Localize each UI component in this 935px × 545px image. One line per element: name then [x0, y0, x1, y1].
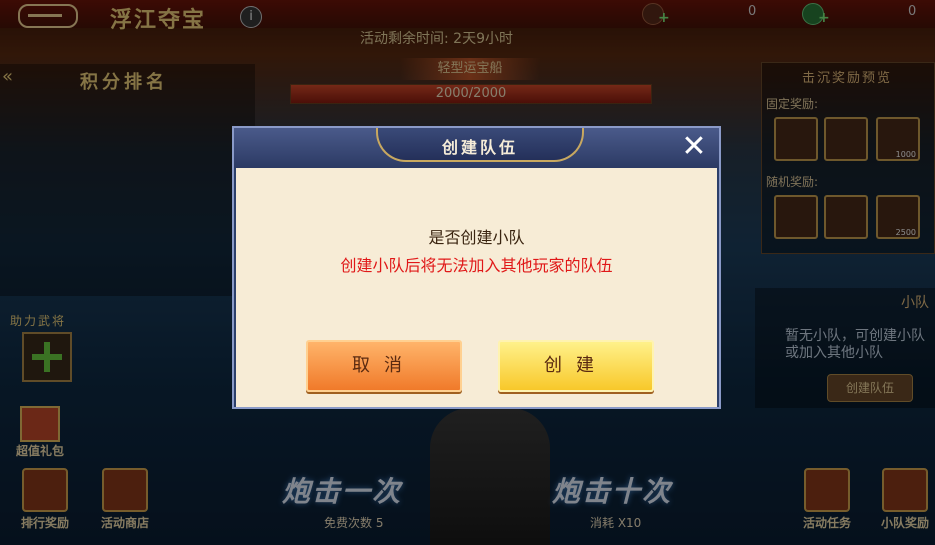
confirm-create-button[interactable]: 创建 [498, 340, 654, 392]
dialog-warning: 创建小队后将无法加入其他玩家的队伍 [340, 256, 613, 275]
dialog-header: 创建队伍 ✕ [234, 128, 719, 168]
dialog-body: 是否创建小队 创建小队后将无法加入其他玩家的队伍 取消 创建 [236, 168, 717, 407]
dialog-title: 创建队伍 [441, 138, 518, 157]
close-icon[interactable]: ✕ [679, 132, 709, 162]
create-team-dialog: 创建队伍 ✕ 是否创建小队 创建小队后将无法加入其他玩家的队伍 取消 创建 [232, 126, 721, 409]
dialog-title-plate: 创建队伍 [376, 128, 584, 162]
dialog-question: 是否创建小队 [428, 228, 525, 247]
cancel-button[interactable]: 取消 [306, 340, 462, 392]
